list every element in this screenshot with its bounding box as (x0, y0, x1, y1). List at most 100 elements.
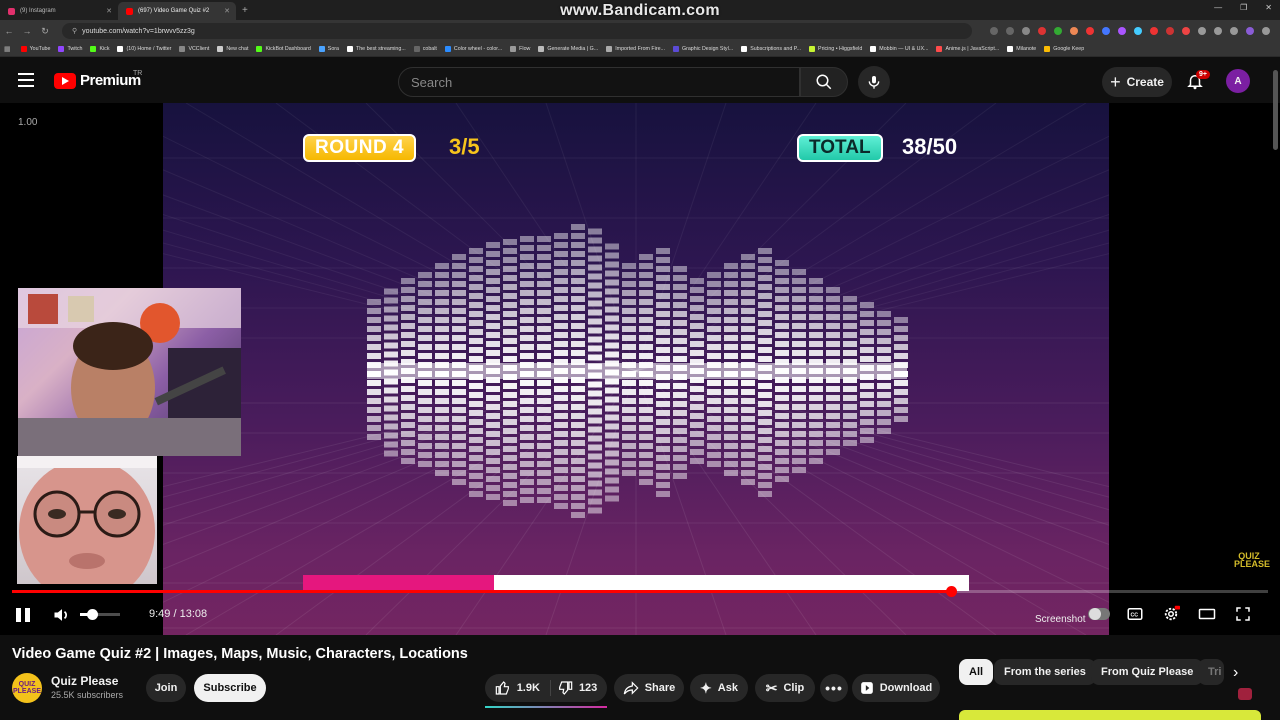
bookmark-item[interactable]: Milanote (1005, 46, 1038, 52)
site-info-icon[interactable]: ⚲ (72, 27, 77, 35)
kebab-menu-icon[interactable] (1262, 27, 1270, 35)
url-field[interactable]: ⚲ youtube.com/watch?v=1brwvv5zz3g (62, 23, 972, 39)
more-actions-button[interactable]: ••• (820, 674, 848, 702)
reload-icon[interactable]: ↻ (36, 26, 54, 37)
extension-icon[interactable] (1134, 27, 1142, 35)
video-frame[interactable] (163, 103, 1109, 635)
channel-name[interactable]: Quiz Please (51, 674, 118, 688)
bookmark-item[interactable]: Flow (508, 46, 532, 52)
visualizer-bar (367, 407, 381, 413)
page-scrollbar[interactable] (1273, 70, 1278, 150)
miniplayer-icon[interactable] (1238, 688, 1252, 700)
volume-icon[interactable] (52, 605, 72, 625)
bookmark-item[interactable]: Pricing • Higgsfield (807, 46, 864, 52)
zoom-icon[interactable] (990, 27, 998, 35)
url-text: youtube.com/watch?v=1brwvv5zz3g (82, 27, 195, 35)
back-icon[interactable]: ← (0, 26, 18, 36)
chevron-right-icon[interactable]: › (1233, 664, 1238, 682)
recommended-video-thumbnail[interactable] (959, 710, 1261, 720)
bookmark-item[interactable]: Graphic Design Styl... (671, 46, 735, 52)
extension-icon[interactable] (1102, 27, 1110, 35)
bookmark-item[interactable]: Anime.js | JavaScript... (934, 46, 1001, 52)
sidebar-icon[interactable] (1230, 27, 1238, 35)
cast-icon[interactable] (1006, 27, 1014, 35)
bookmark-item[interactable]: (10) Home / Twitter (115, 46, 173, 52)
autoplay-toggle[interactable] (1088, 608, 1110, 620)
chip-tri[interactable]: Tri (1198, 659, 1224, 685)
bookmark-item[interactable]: Kick (88, 46, 111, 52)
hamburger-menu-icon[interactable] (18, 73, 34, 87)
volume-slider[interactable] (80, 609, 120, 620)
visualizer-bar (503, 410, 517, 416)
visualizer-bar (401, 458, 415, 464)
bookmark-item[interactable]: VCClient (177, 46, 211, 52)
bookmark-item[interactable]: The best streaming... (345, 46, 408, 52)
video-progress-bar[interactable] (12, 586, 1268, 597)
bookmark-item[interactable]: Mobbin — UI & UX... (868, 46, 930, 52)
settings-gear-icon[interactable] (1162, 605, 1180, 623)
profile-icon[interactable] (1246, 27, 1254, 35)
chip-from-quiz-please[interactable]: From Quiz Please (1091, 659, 1204, 685)
clip-button[interactable]: ✂ Clip (755, 674, 815, 702)
bookmark-item[interactable]: Google Keep (1042, 46, 1086, 52)
captions-icon[interactable]: CC (1126, 605, 1144, 623)
video-player[interactable]: 1.00 ROUND 4 3/5 TOTAL 38/50 QUIZ PLEASE (0, 103, 1280, 635)
bookmark-favicon-icon (444, 46, 451, 52)
visualizer-bar (571, 314, 585, 320)
bookmark-item[interactable]: New chat (215, 46, 250, 52)
search-button[interactable] (800, 67, 848, 97)
chip-from-the-series[interactable]: From the series (994, 659, 1096, 685)
extension-icon[interactable] (1150, 27, 1158, 35)
download-icon[interactable] (1214, 27, 1222, 35)
visualizer-bar (571, 485, 585, 491)
subscribe-button[interactable]: Subscribe (194, 674, 266, 702)
extension-icon[interactable] (1182, 27, 1190, 35)
visualizer-bar (520, 353, 534, 359)
visualizer-bar (826, 314, 840, 320)
extension-icon[interactable] (1166, 27, 1174, 35)
puzzle-icon[interactable] (1198, 27, 1206, 35)
extension-icon[interactable] (1038, 27, 1046, 35)
like-button[interactable]: 1.9K (495, 680, 551, 696)
share-button[interactable]: Share (614, 674, 684, 702)
bookmark-item[interactable]: YouTube (19, 46, 53, 52)
visualizer-bar (435, 299, 449, 305)
visualizer-bar (367, 344, 381, 350)
visualizer-bar (571, 440, 585, 446)
visualizer-bar (537, 416, 551, 422)
visualizer-bar (503, 338, 517, 344)
bookmark-item[interactable]: cobalt (412, 46, 439, 52)
bookmark-item[interactable]: Imported From Fire... (604, 46, 667, 52)
bookmark-item[interactable]: Twitch (56, 46, 84, 52)
screenshot-label[interactable]: Screenshot (1035, 614, 1086, 625)
account-avatar[interactable]: A (1226, 69, 1250, 93)
bookmark-favicon-icon (1007, 46, 1014, 52)
theater-mode-icon[interactable] (1198, 605, 1216, 623)
join-button[interactable]: Join (146, 674, 186, 702)
extension-icon[interactable] (1070, 27, 1078, 35)
volume-knob[interactable] (87, 609, 98, 620)
download-button[interactable]: Download (852, 674, 940, 702)
extension-icon[interactable] (1118, 27, 1126, 35)
fullscreen-icon[interactable] (1234, 605, 1252, 623)
dislike-button[interactable]: 123 (557, 680, 597, 696)
ask-button[interactable]: ✦ Ask (690, 674, 748, 702)
pause-button[interactable] (16, 608, 32, 622)
bookmark-item[interactable]: Color wheel - color... (443, 46, 504, 52)
bookmark-item[interactable]: Subscriptions and P... (739, 46, 803, 52)
extension-icon[interactable] (1054, 27, 1062, 35)
youtube-logo[interactable]: Premium (54, 72, 141, 89)
bookmark-item[interactable]: Sora (317, 46, 341, 52)
channel-avatar[interactable]: QUIZ PLEASE (12, 673, 42, 703)
voice-search-button[interactable] (858, 66, 890, 98)
create-button[interactable]: + Create (1102, 67, 1172, 97)
apps-grid-icon[interactable]: ▦ (4, 45, 11, 53)
search-input[interactable]: Search (398, 67, 800, 97)
bookmark-item[interactable]: KickBot Dashboard (254, 46, 312, 52)
star-icon[interactable] (1022, 27, 1030, 35)
visualizer-bar (571, 296, 585, 302)
forward-icon[interactable]: → (18, 26, 36, 36)
chip-all[interactable]: All (959, 659, 994, 685)
extension-icon[interactable] (1086, 27, 1094, 35)
bookmark-item[interactable]: Generate Media | G... (536, 46, 600, 52)
